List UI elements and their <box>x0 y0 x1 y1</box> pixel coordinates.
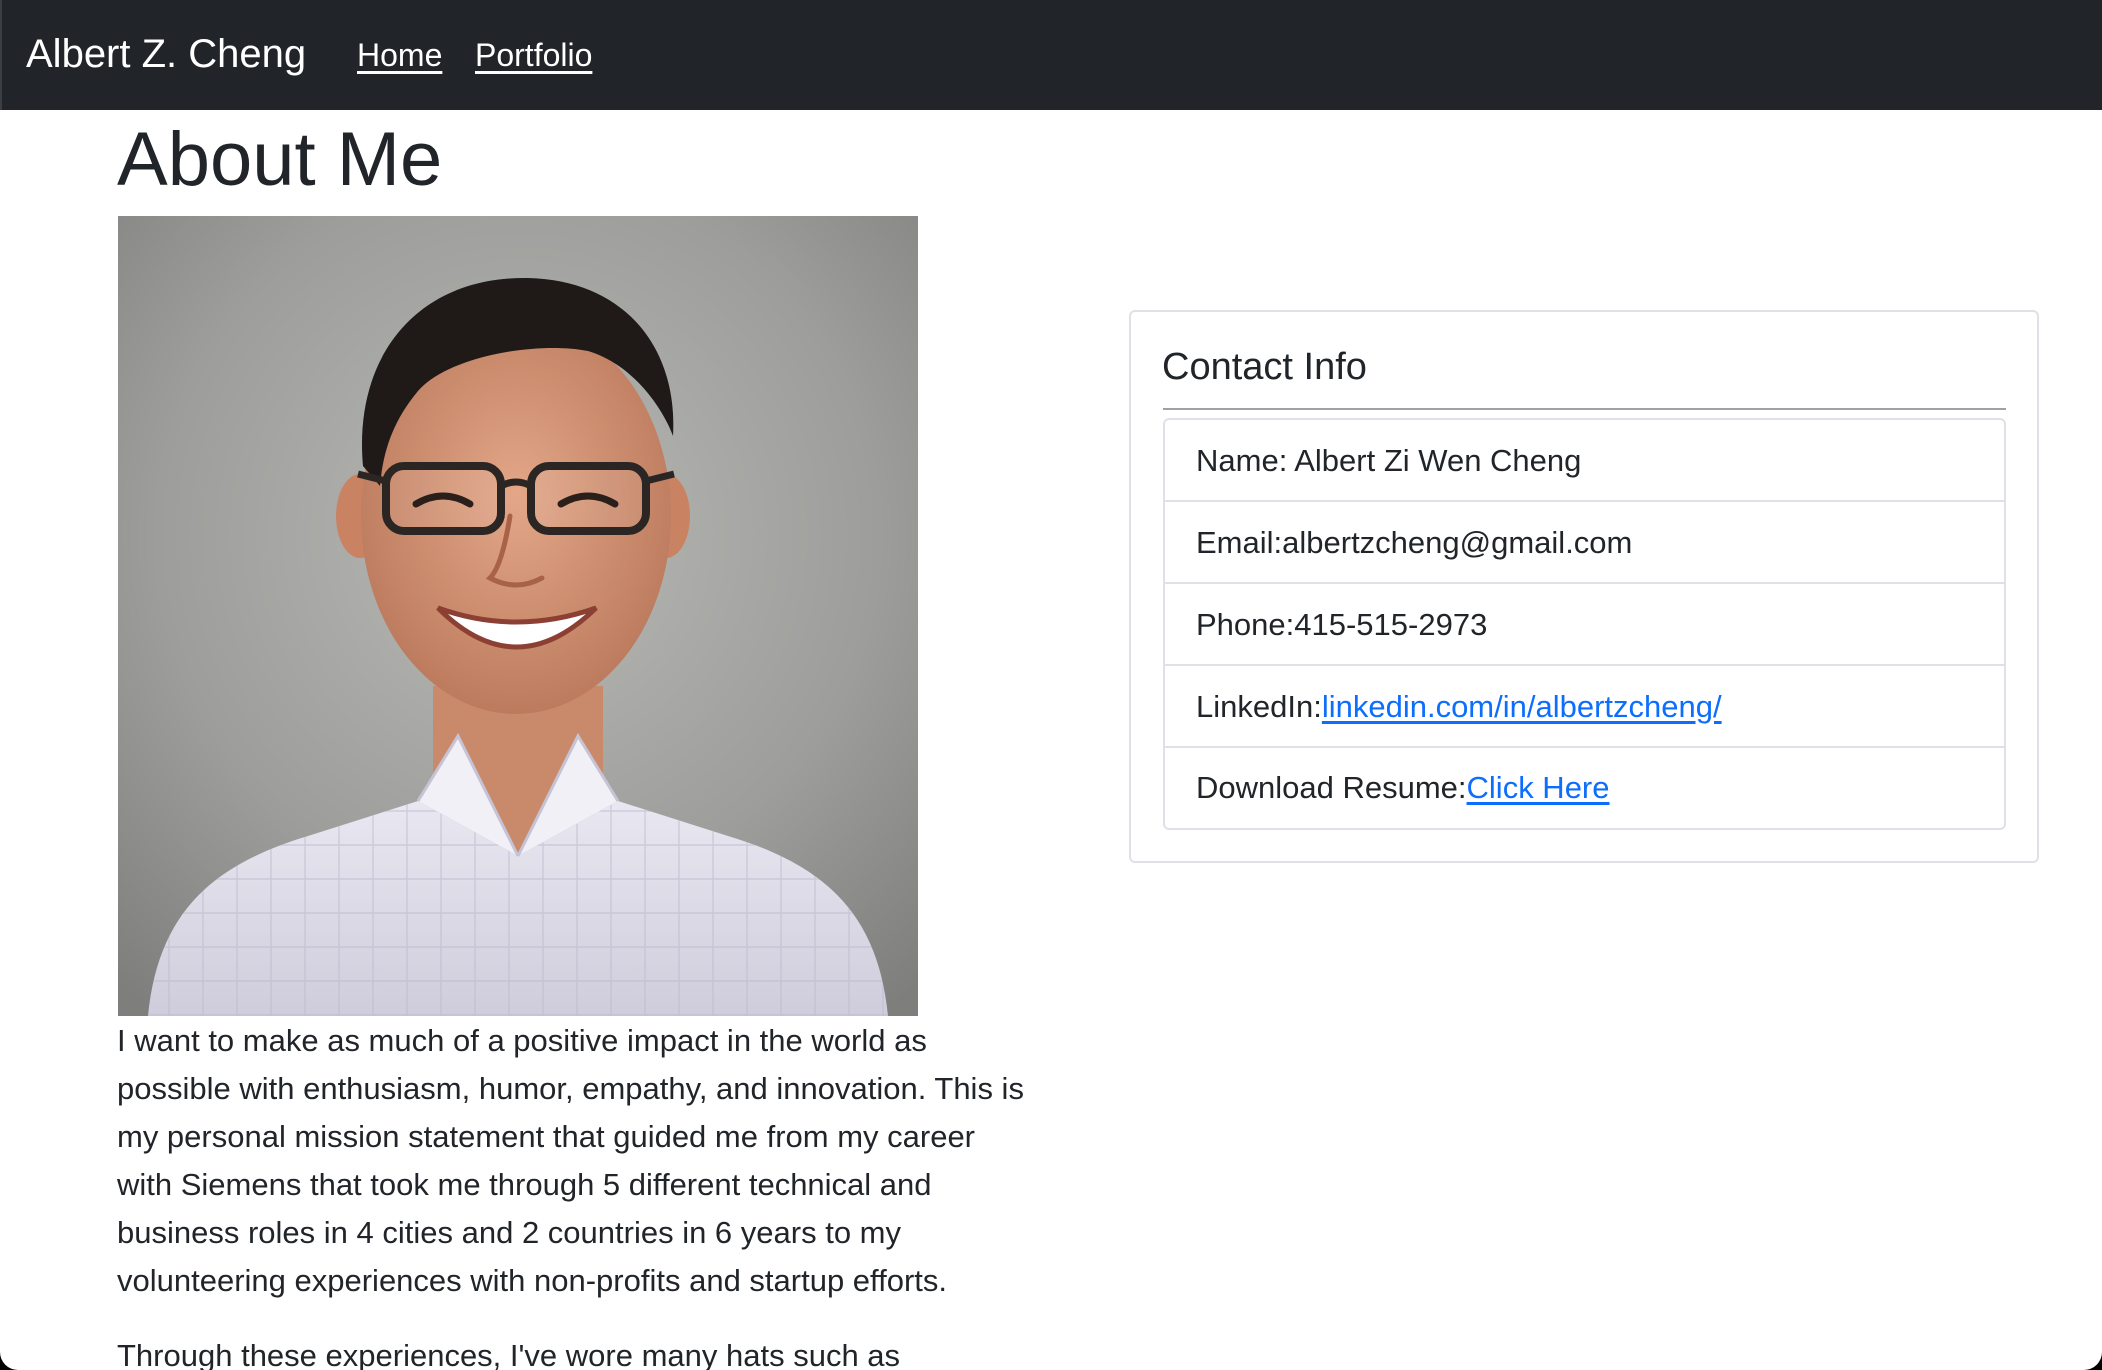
contact-linkedin: LinkedIn:linkedin.com/in/albertzcheng/ <box>1165 666 2004 748</box>
portrait-illustration <box>118 216 918 1016</box>
contact-linkedin-label: LinkedIn: <box>1196 689 1322 724</box>
profile-photo <box>118 216 918 1016</box>
contact-info-title: Contact Info <box>1162 346 1367 388</box>
contact-resume: Download Resume:Click Here <box>1165 748 2004 828</box>
contact-info-card: Contact Info Name: Albert Zi Wen Cheng E… <box>1129 310 2039 863</box>
contact-resume-label: Download Resume: <box>1196 770 1467 805</box>
contact-phone-label: Phone: <box>1196 607 1295 642</box>
resume-download-link[interactable]: Click Here <box>1467 770 1610 805</box>
card-divider <box>1163 408 2006 410</box>
contact-name-value: Albert Zi Wen Cheng <box>1294 443 1582 478</box>
contact-name-label: Name: <box>1196 443 1295 478</box>
contact-email: Email:albertzcheng@gmail.com <box>1165 502 2004 584</box>
navbar: Albert Z. Cheng Home Portfolio <box>0 0 2102 110</box>
nav-link-home[interactable]: Home <box>357 34 442 76</box>
nav-link-portfolio[interactable]: Portfolio <box>475 34 592 76</box>
contact-phone: Phone:415-515-2973 <box>1165 584 2004 666</box>
page-title: About Me <box>117 117 443 202</box>
browser-page: Albert Z. Cheng Home Portfolio About Me <box>0 0 2102 1370</box>
contact-email-label: Email: <box>1196 525 1283 560</box>
contact-email-value: albertzcheng@gmail.com <box>1282 525 1633 560</box>
contact-list: Name: Albert Zi Wen Cheng Email:albertzc… <box>1163 418 2006 830</box>
contact-phone-value: 415-515-2973 <box>1294 607 1488 642</box>
navbar-brand[interactable]: Albert Z. Cheng <box>26 28 306 80</box>
linkedin-link[interactable]: linkedin.com/in/albertzcheng/ <box>1322 689 1722 724</box>
bio-paragraph-1: I want to make as much of a positive imp… <box>117 1023 1024 1298</box>
bio-text: I want to make as much of a positive imp… <box>117 1017 1032 1370</box>
contact-name: Name: Albert Zi Wen Cheng <box>1165 420 2004 502</box>
bio-paragraph-2: Through these experiences, I've wore man… <box>117 1338 901 1370</box>
